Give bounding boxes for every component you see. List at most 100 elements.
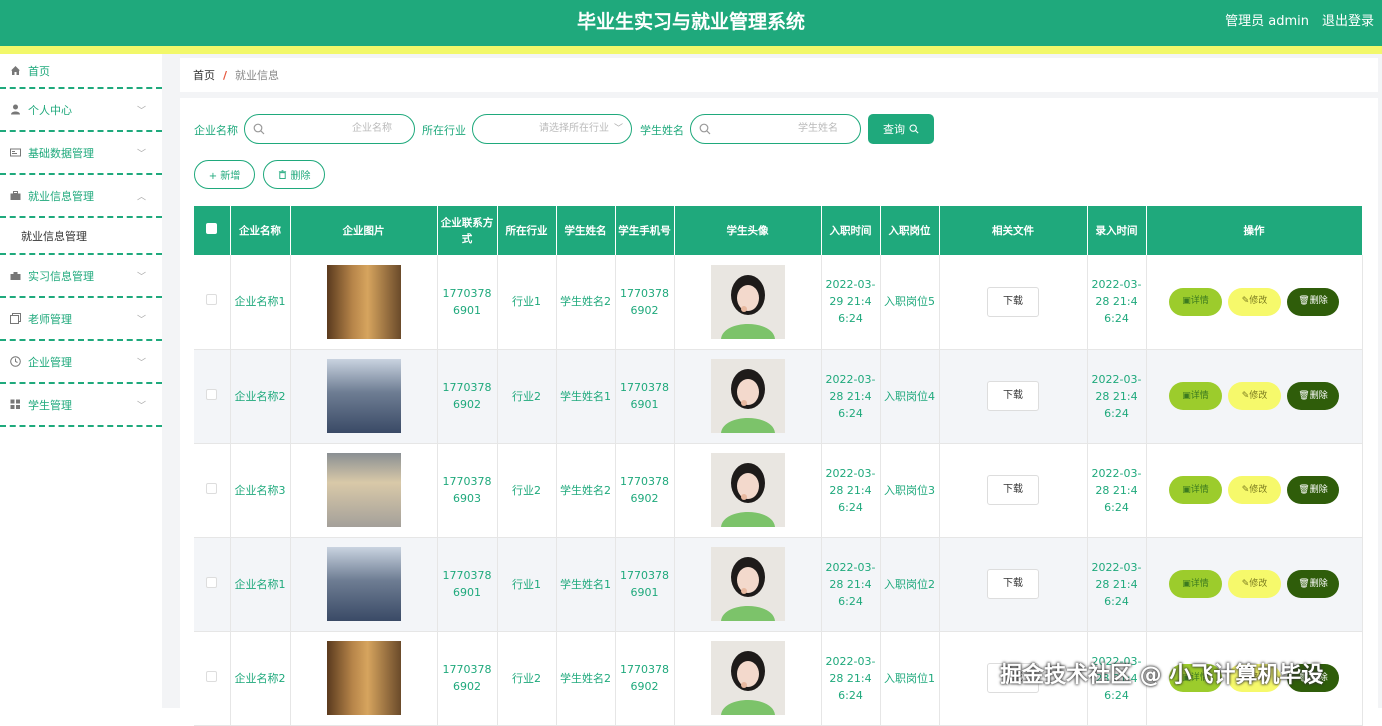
watermark: 掘金技术社区 @ 小飞计算机毕设 xyxy=(1000,663,1324,688)
created-time-cell: 2022-03-28 21:46:24 xyxy=(1087,443,1147,538)
join-time-cell: 2022-03-28 21:46:24 xyxy=(821,631,881,726)
detail-button[interactable]: ▣ 详情 xyxy=(1169,287,1222,316)
row-select-cell[interactable] xyxy=(194,537,231,632)
breadcrumb-home[interactable]: 首页 xyxy=(193,67,215,83)
sidebar-item-basic-data[interactable]: 基础数据管理 ﹀ xyxy=(0,132,162,175)
id-card-icon xyxy=(10,147,21,158)
select-all-cell[interactable] xyxy=(194,206,231,255)
row-checkbox[interactable] xyxy=(206,388,218,400)
row-checkbox[interactable] xyxy=(206,576,218,588)
batch-delete-button[interactable]: 删除 xyxy=(263,160,325,189)
industry-cell: 行业2 xyxy=(497,631,557,726)
delete-button-label: 删除 xyxy=(1309,296,1328,307)
row-select-cell[interactable] xyxy=(194,443,231,538)
sidebar-item-internship[interactable]: 实习信息管理 ﹀ xyxy=(0,255,162,298)
logout-link[interactable]: 退出登录 xyxy=(1322,0,1374,44)
select-all-checkbox[interactable] xyxy=(206,222,218,234)
detail-button-label: 详情 xyxy=(1190,296,1209,307)
add-button-label: + 新增 xyxy=(208,171,241,182)
chevron-down-icon: ﹀ xyxy=(136,358,146,368)
file-cell: 下载 xyxy=(939,443,1088,538)
sidebar-item-company[interactable]: 企业管理 ﹀ xyxy=(0,341,162,384)
student-search-input[interactable]: 学生姓名 xyxy=(690,114,861,144)
company-image xyxy=(326,264,401,339)
download-button[interactable]: 下载 xyxy=(987,475,1039,505)
position-cell: 入职岗位3 xyxy=(880,443,940,538)
download-button[interactable]: 下载 xyxy=(987,381,1039,411)
student-phone-cell: 17703786902 xyxy=(615,443,675,538)
edit-button[interactable]: ✎ 修改 xyxy=(1228,287,1281,316)
delete-button[interactable]: 🗑 删除 xyxy=(1287,287,1339,316)
column-header: 所在行业 xyxy=(497,206,557,255)
company-image xyxy=(326,359,401,433)
student-avatar-cell xyxy=(674,443,822,538)
edit-button[interactable]: ✎ 修改 xyxy=(1228,476,1281,504)
edit-button-label: 修改 xyxy=(1249,484,1268,495)
delete-button[interactable]: 🗑 删除 xyxy=(1287,382,1339,410)
table-row: 企业名称1 17703786901 行业1 学生姓名1 17703786901 2022-… xyxy=(194,537,1363,632)
sidebar-item-label: 个人中心 xyxy=(28,103,72,117)
row-checkbox[interactable] xyxy=(206,670,218,682)
company-search-input[interactable]: 企业名称 xyxy=(244,114,415,144)
app-title: 毕业生实习与就业管理系统 xyxy=(576,11,805,33)
row-checkbox[interactable] xyxy=(206,482,218,494)
query-button-label: 查询 xyxy=(883,123,905,136)
industry-select-placeholder: 请选择所在行业 xyxy=(539,123,609,134)
chevron-up-icon: ︿ xyxy=(136,192,146,202)
operations-cell: ▣ 详情 ✎ 修改 🗑 删除 xyxy=(1146,443,1363,538)
position-cell: 入职岗位2 xyxy=(880,537,940,632)
sidebar-subitem-employment-manage[interactable]: 就业信息管理 xyxy=(0,218,162,255)
detail-button[interactable]: ▣ 详情 xyxy=(1169,570,1222,598)
join-time-cell: 2022-03-28 21:46:24 xyxy=(821,443,881,538)
column-header: 学生手机号 xyxy=(615,206,675,255)
industry-filter-label: 所在行业 xyxy=(422,124,466,137)
student-avatar-cell xyxy=(674,349,822,444)
delete-button-label: 删除 xyxy=(1309,484,1328,495)
created-time-cell: 2022-03-28 21:46:24 xyxy=(1087,537,1147,632)
column-header: 入职时间 xyxy=(821,206,881,255)
detail-button[interactable]: ▣ 详情 xyxy=(1169,476,1222,504)
company-image xyxy=(326,547,401,621)
student-name-cell: 学生姓名2 xyxy=(556,255,616,350)
student-avatar xyxy=(710,359,785,433)
file-cell: 下载 xyxy=(939,255,1088,350)
user-icon xyxy=(10,104,21,115)
delete-button[interactable]: 🗑 删除 xyxy=(1287,570,1339,598)
employment-table: 企业名称 企业图片 企业联系方式 所在行业 学生姓名 学生手机号 学生头像 入职… xyxy=(194,206,1363,726)
sidebar-subitem-label: 就业信息管理 xyxy=(21,229,87,243)
sidebar-item-employment[interactable]: 就业信息管理 ︿ xyxy=(0,175,162,218)
row-select-cell[interactable] xyxy=(194,349,231,444)
operations-cell: ▣ 详情 ✎ 修改 🗑 删除 xyxy=(1146,537,1363,632)
row-select-cell[interactable] xyxy=(194,255,231,350)
download-button[interactable]: 下载 xyxy=(987,286,1039,317)
sidebar-item-teacher[interactable]: 老师管理 ﹀ xyxy=(0,298,162,341)
column-header: 企业图片 xyxy=(290,206,438,255)
search-icon xyxy=(699,123,711,135)
join-time-cell: 2022-03-29 21:46:24 xyxy=(821,255,881,350)
add-button[interactable]: + 新增 xyxy=(194,160,255,189)
student-name-cell: 学生姓名1 xyxy=(556,349,616,444)
edit-button-label: 修改 xyxy=(1249,578,1268,589)
sidebar-item-student[interactable]: 学生管理 ﹀ xyxy=(0,384,162,427)
student-name-cell: 学生姓名2 xyxy=(556,443,616,538)
query-button[interactable]: 查询 xyxy=(868,114,934,144)
sidebar-item-label: 企业管理 xyxy=(28,355,72,369)
download-button[interactable]: 下载 xyxy=(987,569,1039,599)
row-checkbox[interactable] xyxy=(206,294,218,306)
row-select-cell[interactable] xyxy=(194,631,231,726)
student-name-cell: 学生姓名2 xyxy=(556,631,616,726)
sidebar-item-label: 学生管理 xyxy=(28,398,72,412)
delete-button[interactable]: 🗑 删除 xyxy=(1287,476,1339,504)
sidebar-item-personal[interactable]: 个人中心 ﹀ xyxy=(0,89,162,132)
edit-button[interactable]: ✎ 修改 xyxy=(1228,382,1281,410)
detail-button[interactable]: ▣ 详情 xyxy=(1169,382,1222,410)
industry-select[interactable]: 请选择所在行业 ﹀ xyxy=(472,114,632,144)
search-icon xyxy=(909,124,919,134)
student-phone-cell: 17703786901 xyxy=(615,537,675,632)
edit-button[interactable]: ✎ 修改 xyxy=(1228,570,1281,598)
student-avatar xyxy=(710,641,785,715)
sidebar-item-home[interactable]: 首页 xyxy=(0,54,162,89)
column-header: 录入时间 xyxy=(1087,206,1147,255)
column-header: 学生头像 xyxy=(674,206,822,255)
grid-icon xyxy=(10,399,21,410)
